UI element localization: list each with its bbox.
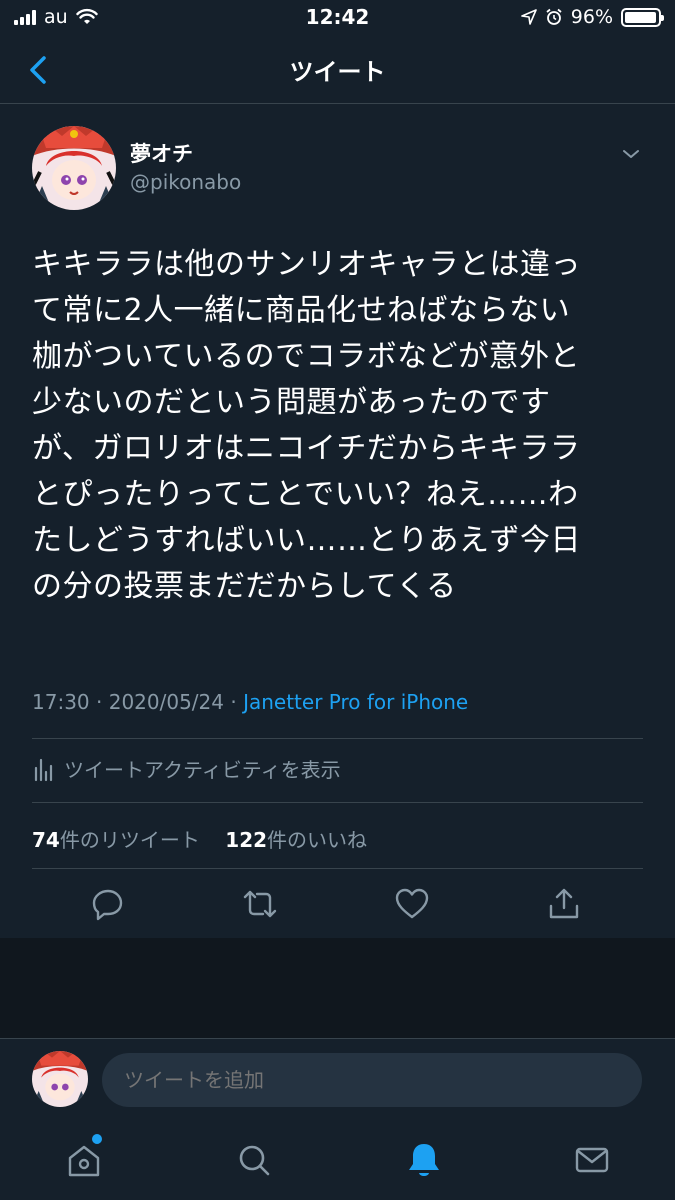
empty-area	[0, 938, 675, 1038]
avatar-illustration	[32, 1051, 88, 1107]
author-handle[interactable]: @pikonabo	[130, 170, 241, 194]
home-icon[interactable]	[64, 1140, 104, 1180]
reply-input[interactable]	[102, 1053, 642, 1107]
avatar-illustration	[32, 126, 116, 210]
tweet-line: キキララは他のサンリオキャラとは違っ	[32, 247, 581, 282]
tweet-line: て常に2人一緒に商品化せねばならない	[32, 293, 571, 328]
retweets-count: 74	[32, 828, 60, 852]
divider	[32, 738, 643, 739]
my-avatar[interactable]	[32, 1051, 88, 1107]
chevron-down-icon[interactable]	[619, 142, 643, 166]
activity-chart-icon	[34, 758, 53, 781]
page-title: ツイート	[289, 58, 386, 86]
meta-separator: ·	[224, 690, 244, 714]
tab-bar	[0, 1120, 675, 1200]
alarm-icon	[546, 8, 562, 25]
tweet-timestamp: 17:30 · 2020/05/24 · Janetter Pro for iP…	[32, 690, 468, 714]
tweet-stats: 74件のリツイート 122件のいいね	[32, 824, 367, 853]
tweet-line: 少ないのだという問題があったのです	[32, 385, 551, 420]
battery-percent: 96%	[570, 6, 613, 28]
home-notification-dot	[92, 1134, 102, 1144]
location-icon	[520, 9, 537, 25]
tweet-time: 17:30	[32, 690, 90, 714]
reply-icon[interactable]	[90, 886, 126, 922]
battery-fill	[625, 11, 656, 23]
tweet-line: とぴったりってことでいい？ねえ……わ	[32, 477, 579, 512]
tweet-author: 夢オチ @pikonabo	[32, 126, 643, 210]
tweet-line: 枷がついているのでコラボなどが意外と	[32, 339, 581, 374]
status-right: 96%	[520, 6, 664, 28]
share-icon[interactable]	[546, 886, 582, 922]
reply-bar	[0, 1038, 675, 1120]
divider	[32, 868, 643, 869]
battery-icon	[621, 7, 664, 27]
like-icon[interactable]	[394, 886, 430, 922]
nav-bar: ツイート	[0, 36, 675, 104]
tweet-line: の分の投票まだだからしてくる	[32, 569, 457, 604]
likes-label: 件のいいね	[267, 828, 368, 852]
avatar[interactable]	[32, 126, 116, 210]
tweet-text: キキララは他のサンリオキャラとは違っ て常に2人一緒に商品化せねばならない 枷が…	[32, 242, 647, 610]
messages-icon[interactable]	[572, 1140, 612, 1180]
likes-count: 122	[225, 828, 268, 852]
tweet-activity-link[interactable]: ツイートアクティビティを表示	[34, 754, 341, 783]
tweet-line: たしどうすればいい……とりあえず今日	[32, 523, 581, 558]
meta-separator: ·	[89, 690, 109, 714]
activity-label: ツイートアクティビティを表示	[64, 758, 341, 782]
divider	[32, 802, 643, 803]
tweet-date: 2020/05/24	[108, 690, 224, 714]
retweets-stat[interactable]: 74件のリツイート	[32, 828, 200, 852]
likes-stat[interactable]: 122件のいいね	[225, 828, 367, 852]
tweet-source-link[interactable]: Janetter Pro for iPhone	[243, 690, 468, 714]
status-bar: au 12:42 96%	[0, 0, 675, 36]
retweet-icon[interactable]	[242, 886, 278, 922]
search-icon[interactable]	[234, 1140, 274, 1180]
tweet-actions	[0, 880, 675, 930]
notifications-icon[interactable]	[404, 1140, 444, 1180]
tweet-line: が、ガロリオはニコイチだからキキララ	[32, 431, 581, 466]
author-name[interactable]: 夢オチ	[130, 138, 193, 168]
retweets-label: 件のリツイート	[59, 828, 200, 852]
